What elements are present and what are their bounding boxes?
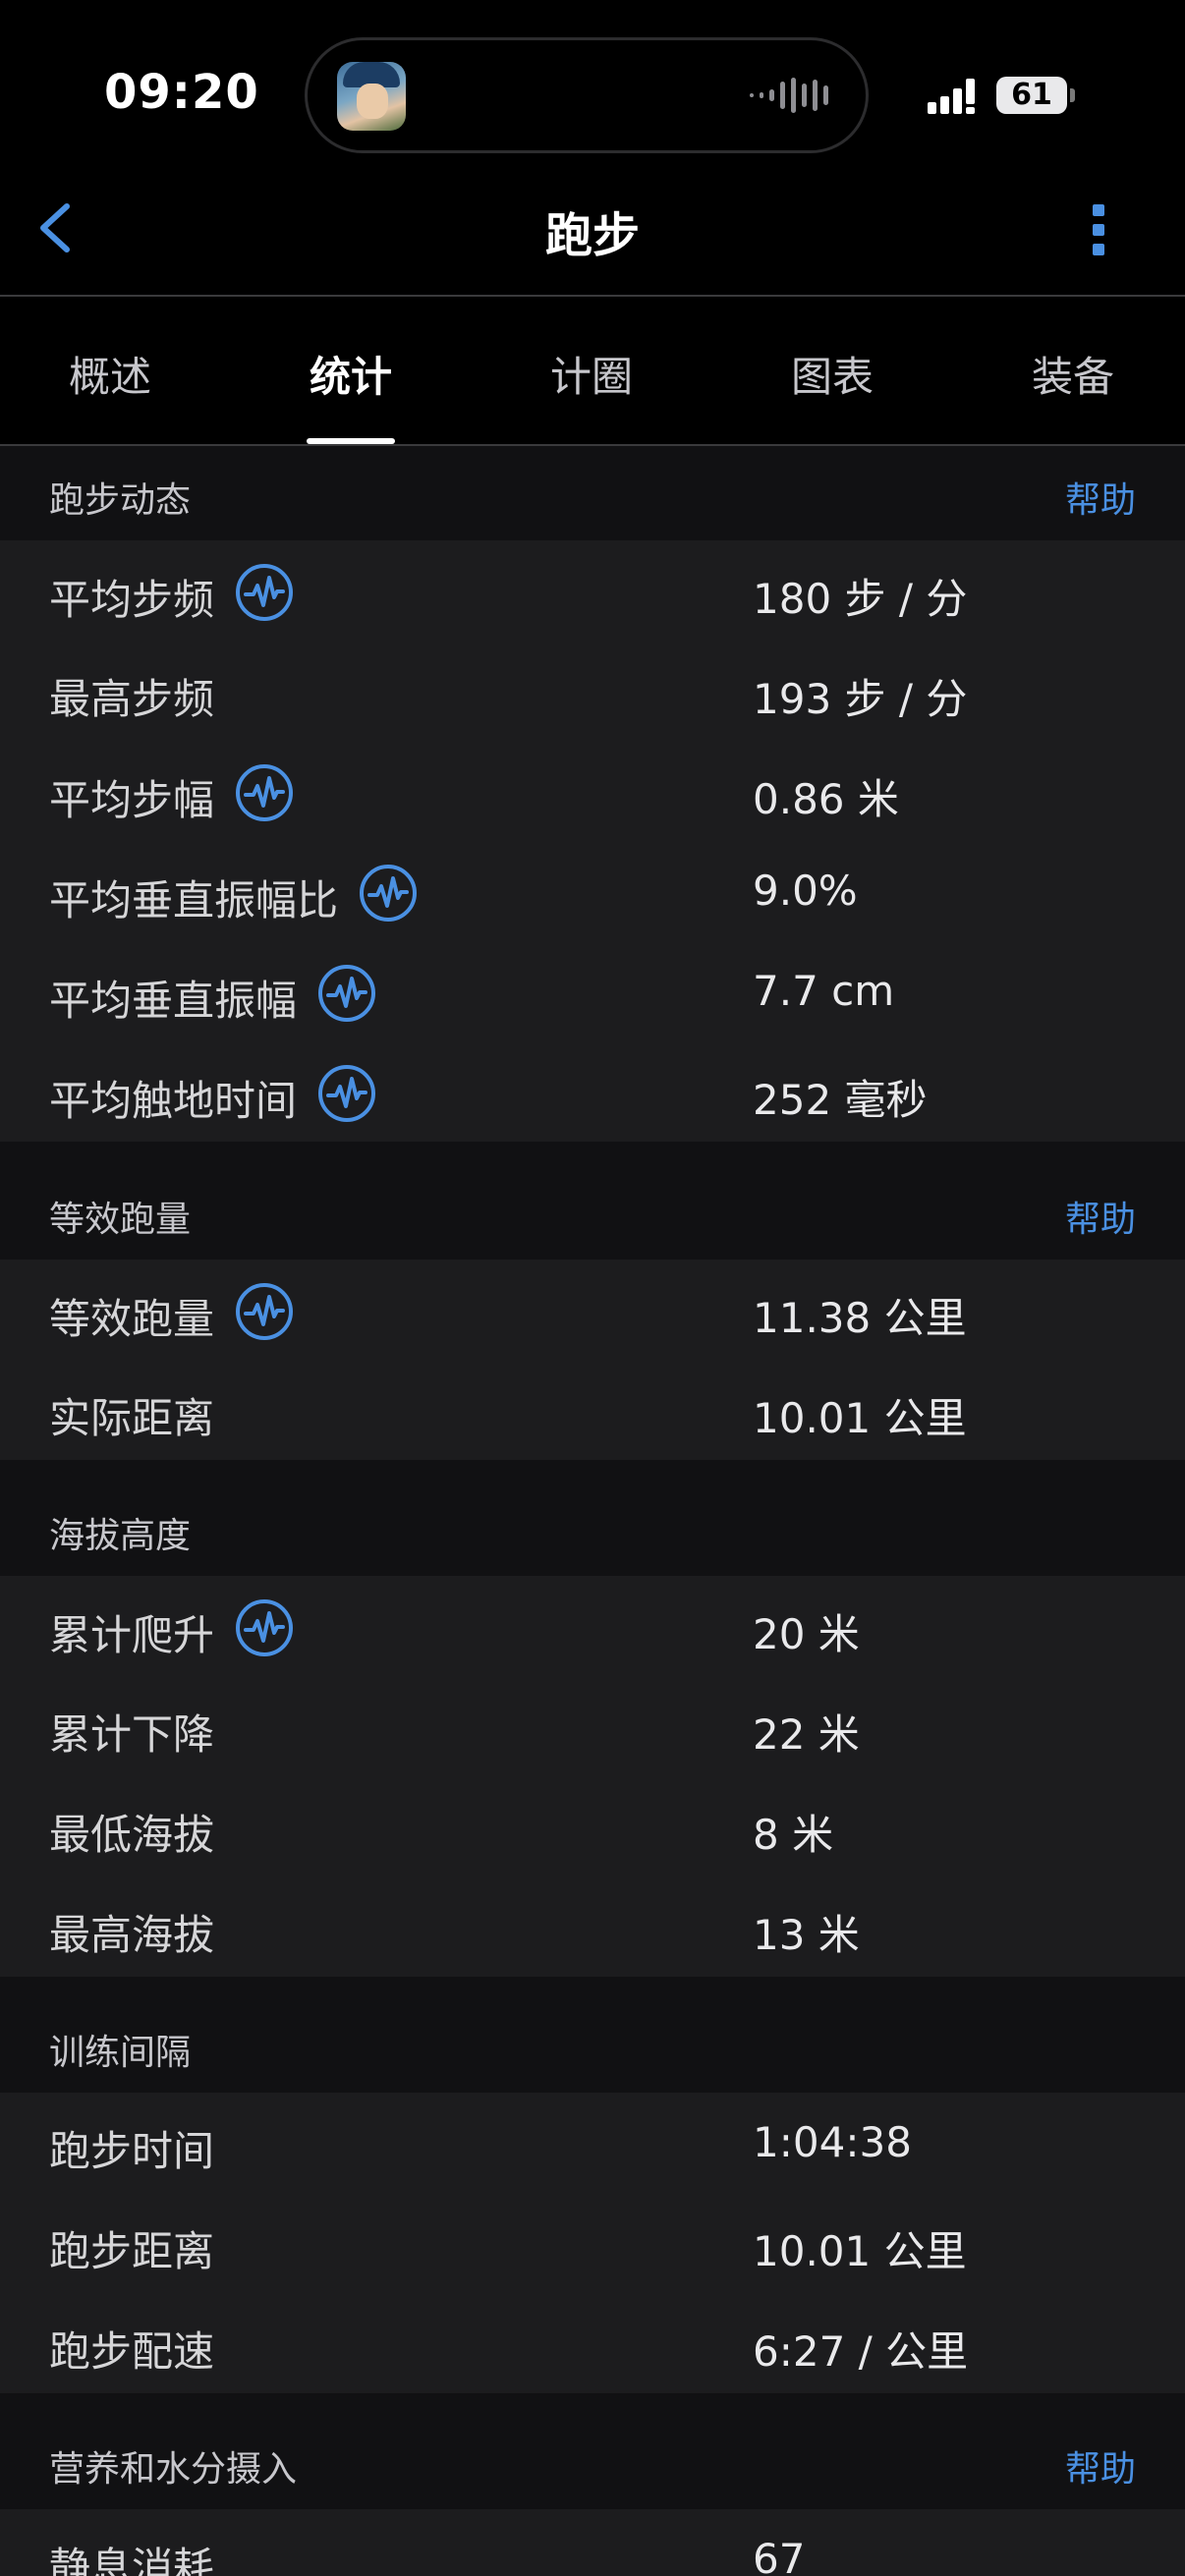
running-dynamics-icon[interactable]: [358, 863, 419, 924]
stat-value: 193 步 / 分: [753, 675, 968, 723]
section-title: 训练间隔: [49, 2033, 192, 2073]
section-title: 营养和水分摄入: [49, 2449, 298, 2490]
section-header-intervals: 训练间隔: [0, 1998, 1185, 2093]
battery-level: 61: [996, 77, 1067, 114]
section-gap: [0, 1977, 1185, 1998]
section-nutrition: 静息消耗 67: [0, 2509, 1185, 2576]
stat-row: 跑步时间 1:04:38: [0, 2093, 1185, 2193]
status-time: 09:20: [104, 65, 259, 120]
stat-value: 7.7 cm: [753, 967, 895, 1015]
stat-row: 跑步距离 10.01 公里: [0, 2193, 1185, 2293]
help-link[interactable]: 帮助: [1065, 472, 1136, 523]
stat-label: 平均垂直振幅比: [49, 875, 339, 924]
stat-value: 8 米: [753, 1811, 834, 1859]
stat-label: 累计下降: [49, 1710, 215, 1759]
stat-value: 1:04:38: [753, 2118, 912, 2166]
running-dynamics-icon[interactable]: [234, 1597, 295, 1658]
tab-gear[interactable]: 装备: [994, 344, 1152, 404]
tab-stats[interactable]: 统计: [272, 344, 429, 404]
section-title: 跑步动态: [49, 480, 192, 521]
section-header-running-dynamics: 跑步动态 帮助: [0, 446, 1185, 540]
stat-row: 跑步配速 6:27 / 公里: [0, 2293, 1185, 2393]
stat-value: 10.01 公里: [753, 1394, 967, 1442]
stat-label: 最高步频: [49, 675, 215, 723]
stat-label: 平均触地时间: [49, 1076, 298, 1125]
stat-value: 9.0%: [753, 867, 858, 915]
stat-value: 6:27 / 公里: [753, 2327, 969, 2376]
stat-label: 平均垂直振幅: [49, 976, 298, 1025]
tab-overview[interactable]: 概述: [31, 344, 189, 404]
stat-label: 最高海拔: [49, 1911, 215, 1959]
section-header-elevation: 海拔高度: [0, 1482, 1185, 1576]
stat-label: 平均步幅: [49, 775, 215, 824]
stat-label: 最低海拔: [49, 1811, 215, 1859]
more-vertical-icon[interactable]: [1081, 200, 1120, 259]
section-title: 海拔高度: [49, 1516, 192, 1556]
stat-value: 11.38 公里: [753, 1294, 967, 1342]
audio-waveform-icon: [750, 78, 828, 113]
tab-laps[interactable]: 计圈: [513, 344, 670, 404]
help-link[interactable]: 帮助: [1065, 1191, 1136, 1242]
stat-row: 累计爬升 20 米: [0, 1576, 1185, 1676]
stat-label: 平均步频: [49, 575, 215, 624]
stat-value: 180 步 / 分: [753, 575, 968, 623]
stat-value: 22 米: [753, 1710, 860, 1759]
stat-value: 0.86 米: [753, 775, 899, 823]
dynamic-island[interactable]: [305, 37, 869, 153]
running-dynamics-icon[interactable]: [234, 762, 295, 823]
stat-row: 平均步幅 0.86 米: [0, 741, 1185, 841]
stat-value: 252 毫秒: [753, 1076, 928, 1124]
stat-value: 20 米: [753, 1610, 860, 1658]
stat-label: 跑步时间: [49, 2127, 215, 2175]
section-intervals: 跑步时间 1:04:38 跑步距离 10.01 公里 跑步配速 6:27 / 公…: [0, 2093, 1185, 2393]
section-elevation: 累计爬升 20 米 累计下降 22 米 最低海拔 8 米 最高海拔 13 米: [0, 1576, 1185, 1977]
stat-row: 实际距离 10.01 公里: [0, 1360, 1185, 1460]
stat-label: 等效跑量: [49, 1294, 215, 1343]
section-gap: [0, 2393, 1185, 2415]
stats-content: 跑步动态 帮助 平均步频 180 步 / 分 最高步频 193 步 / 分 平均…: [0, 446, 1185, 2576]
section-grade-adjusted: 等效跑量 11.38 公里 实际距离 10.01 公里: [0, 1260, 1185, 1460]
running-dynamics-icon[interactable]: [316, 1063, 377, 1124]
stat-value: 67: [753, 2535, 806, 2576]
status-bar: 09:20 61: [0, 0, 1185, 157]
active-tab-indicator: [307, 438, 395, 444]
running-dynamics-icon[interactable]: [234, 562, 295, 623]
stat-label: 实际距离: [49, 1394, 215, 1442]
running-dynamics-icon[interactable]: [234, 1281, 295, 1342]
stat-label: 跑步距离: [49, 2227, 215, 2275]
navigation-bar: 跑步: [0, 157, 1185, 297]
stat-row: 平均触地时间 252 毫秒: [0, 1041, 1185, 1142]
stat-row: 累计下降 22 米: [0, 1676, 1185, 1776]
section-gap: [0, 1142, 1185, 1163]
stat-row: 静息消耗 67: [0, 2509, 1185, 2576]
stat-label: 静息消耗: [49, 2544, 215, 2576]
stat-value: 10.01 公里: [753, 2227, 967, 2275]
tab-bar: 概述 统计 计圈 图表 装备: [0, 297, 1185, 446]
section-header-grade-adjusted: 等效跑量 帮助: [0, 1163, 1185, 1260]
battery-cap: [1070, 88, 1075, 102]
section-running-dynamics: 平均步频 180 步 / 分 最高步频 193 步 / 分 平均步幅 0.86 …: [0, 540, 1185, 1142]
page-title: 跑步: [544, 208, 640, 263]
stat-row: 最高步频 193 步 / 分: [0, 641, 1185, 741]
section-header-nutrition: 营养和水分摄入 帮助: [0, 2415, 1185, 2509]
stat-row: 平均垂直振幅 7.7 cm: [0, 941, 1185, 1041]
stat-row: 最高海拔 13 米: [0, 1876, 1185, 1977]
stat-label: 累计爬升: [49, 1610, 215, 1659]
help-link[interactable]: 帮助: [1065, 2440, 1136, 2492]
stat-row: 等效跑量 11.38 公里: [0, 1260, 1185, 1360]
stat-value: 13 米: [753, 1911, 860, 1959]
cellular-signal-icon: [928, 79, 975, 114]
now-playing-artwork: [337, 62, 406, 131]
stat-row: 最低海拔 8 米: [0, 1776, 1185, 1876]
stat-label: 跑步配速: [49, 2327, 215, 2376]
running-dynamics-icon[interactable]: [316, 963, 377, 1024]
tab-charts[interactable]: 图表: [754, 344, 911, 404]
section-gap: [0, 1460, 1185, 1482]
stat-row: 平均垂直振幅比 9.0%: [0, 841, 1185, 941]
section-title: 等效跑量: [49, 1200, 192, 1240]
stat-row: 平均步频 180 步 / 分: [0, 540, 1185, 641]
